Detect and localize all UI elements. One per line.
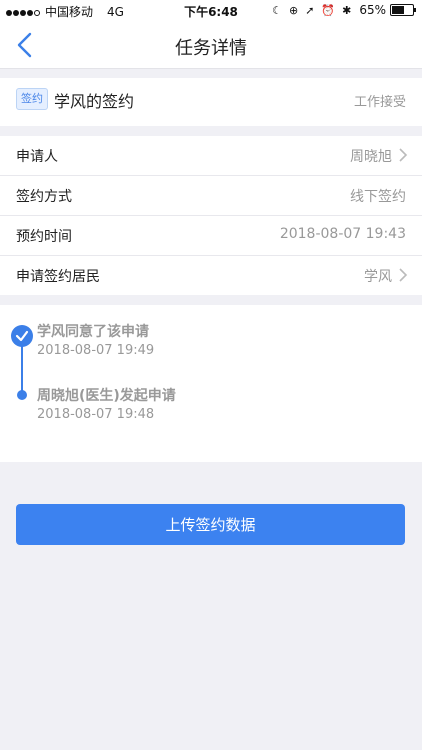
location-icon: ➚ (305, 3, 315, 17)
task-header: 签约 学风的签约 工作接受 (0, 78, 422, 126)
row-appointment-time: 预约时间 2018-08-07 19:43 (0, 216, 422, 256)
row-value: 周晓旭 (350, 149, 392, 165)
battery-percent: 65% (359, 3, 386, 17)
page-title: 任务详情 (175, 38, 247, 59)
task-timeline: 学风同意了该申请 2018-08-07 19:49 周晓旭(医生)发起申请 20… (0, 305, 422, 462)
row-label: 预约时间 (16, 229, 72, 245)
upload-sign-data-button[interactable]: 上传签约数据 (16, 504, 405, 545)
row-label: 申请签约居民 (16, 269, 100, 285)
timeline-event-time: 2018-08-07 19:49 (37, 343, 155, 358)
alarm-icon: ⏰ (321, 3, 336, 17)
check-circle-icon (11, 325, 33, 347)
battery-icon (390, 4, 416, 16)
chevron-right-icon (399, 148, 408, 162)
row-value: 2018-08-07 19:43 (279, 226, 406, 242)
timeline-event-title: 周晓旭(医生)发起申请 (37, 388, 176, 404)
task-title: 学风的签约 (54, 92, 135, 111)
row-resident[interactable]: 申请签约居民 学风 (0, 256, 422, 295)
row-applicant[interactable]: 申请人 周晓旭 (0, 136, 422, 176)
task-type-badge: 签约 (16, 88, 48, 110)
row-value: 线下签约 (350, 189, 406, 205)
row-value: 学风 (364, 269, 392, 285)
task-status: 工作接受 (353, 95, 406, 110)
moon-icon: ☾ (272, 3, 282, 17)
status-right: ☾ ⊕ ➚ ⏰ ✱ 65% (265, 3, 416, 17)
row-sign-method: 签约方式 线下签约 (0, 176, 422, 216)
timeline-event-time: 2018-08-07 19:48 (37, 407, 155, 422)
task-info-list: 申请人 周晓旭 签约方式 线下签约 预约时间 2018-08-07 19:43 … (0, 136, 422, 295)
bluetooth-icon: ✱ (342, 3, 352, 17)
row-label: 申请人 (16, 149, 58, 165)
status-bar: 中国移动 4G 下午6:48 ☾ ⊕ ➚ ⏰ ✱ 65% (0, 0, 422, 22)
orientation-lock-icon: ⊕ (288, 3, 299, 17)
timeline-event-title: 学风同意了该申请 (37, 324, 149, 340)
row-label: 签约方式 (16, 189, 72, 205)
navigation-bar: 任务详情 (0, 22, 422, 69)
timeline-dot-icon (17, 390, 27, 400)
chevron-right-icon (399, 268, 408, 282)
